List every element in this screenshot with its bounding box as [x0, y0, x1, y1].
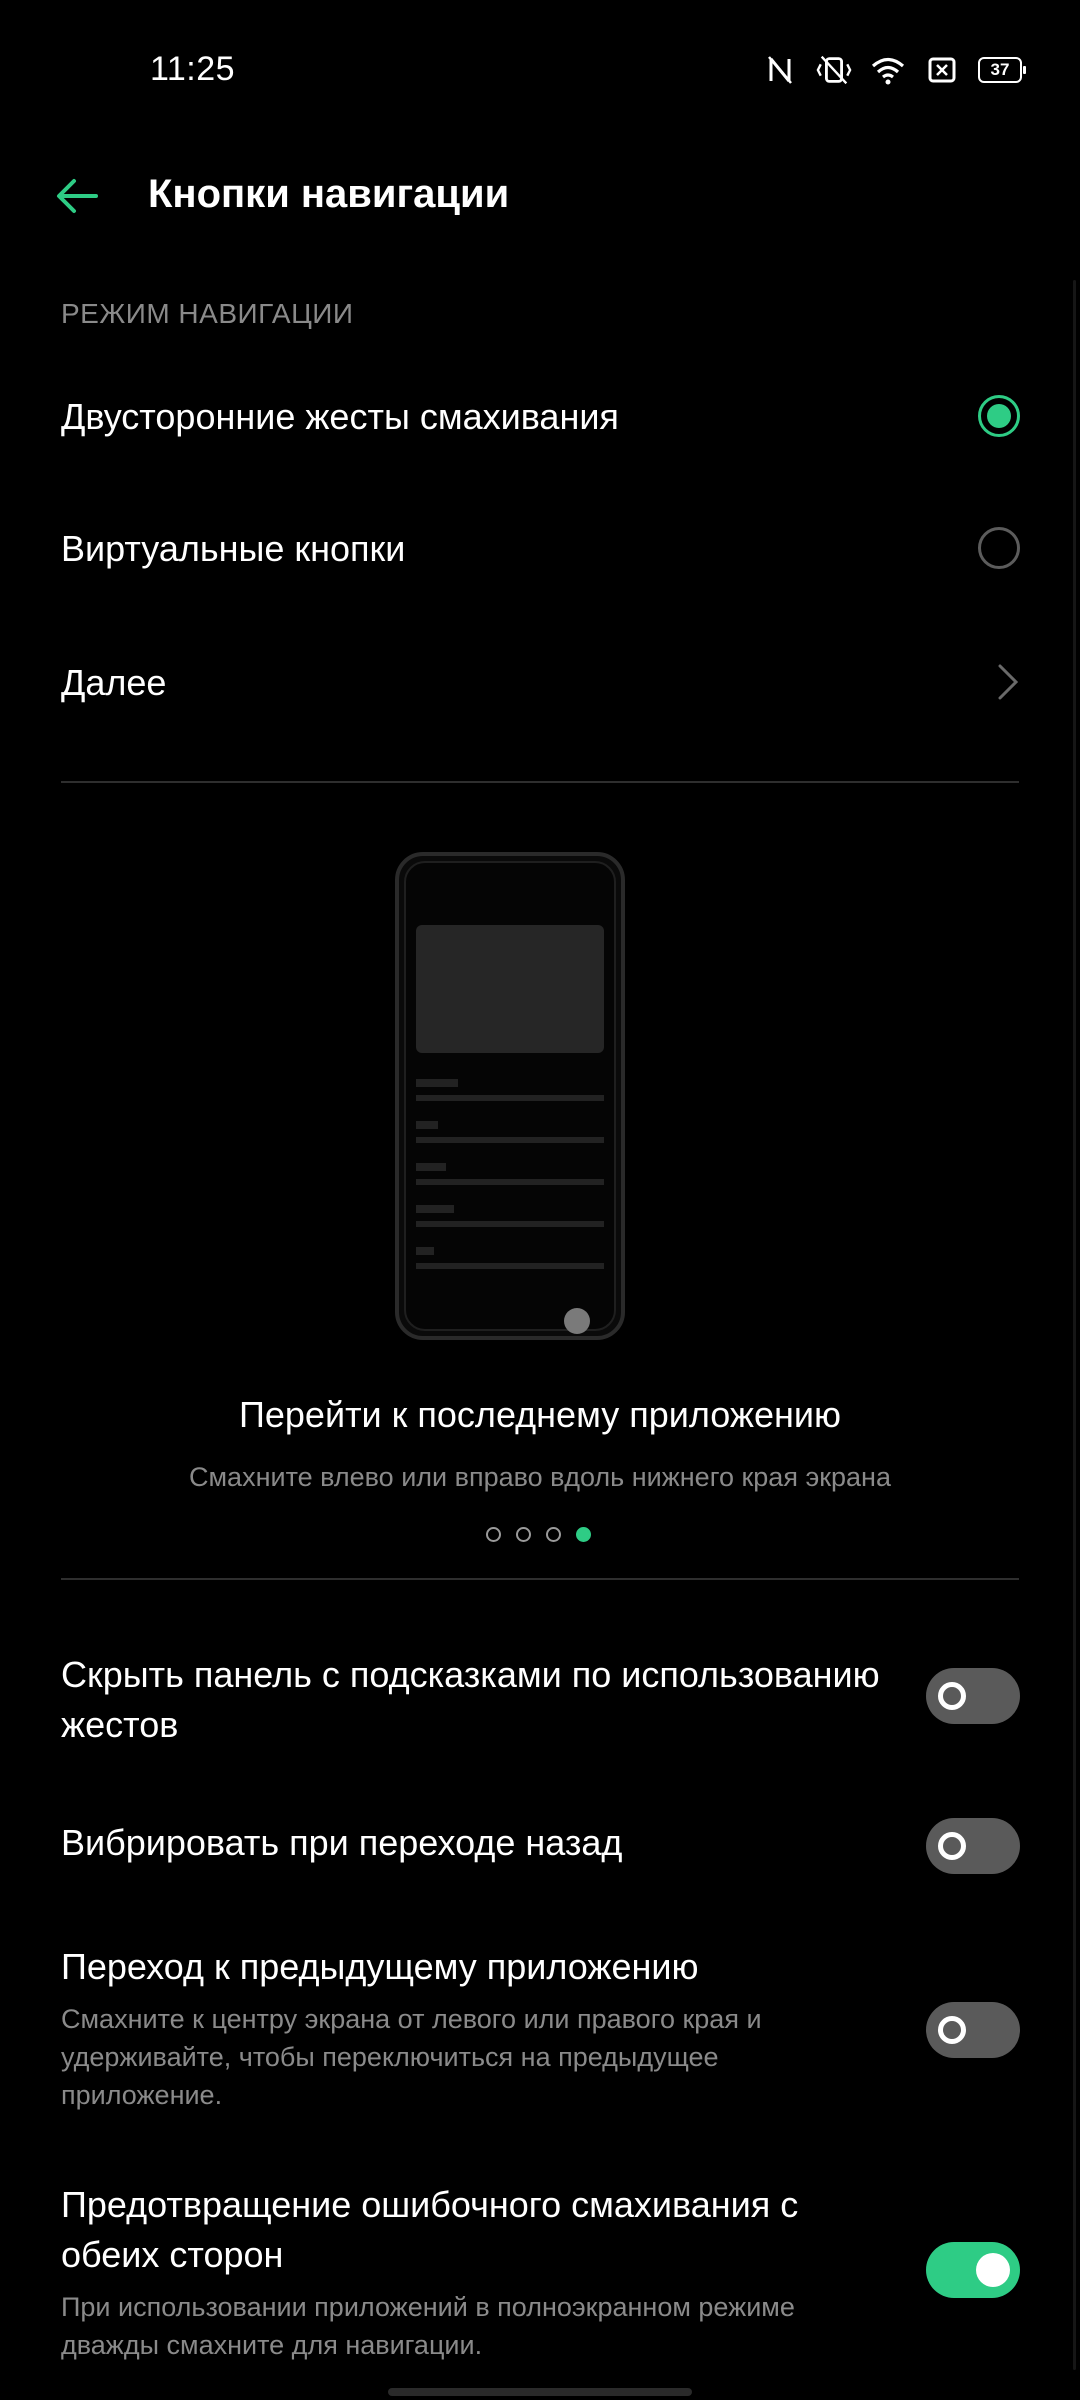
- more-label: Далее: [61, 662, 167, 703]
- divider: [61, 1578, 1019, 1580]
- setting-title: Переход к предыдущему приложению: [61, 1946, 699, 1987]
- setting-title: Скрыть панель с подсказками по использов…: [61, 1654, 880, 1745]
- app-header: Кнопки навигации: [0, 150, 1080, 242]
- scrollbar[interactable]: [1073, 280, 1076, 2370]
- radio-selected[interactable]: [978, 395, 1020, 437]
- status-icons: 37: [762, 50, 1026, 90]
- status-time: 11:25: [150, 50, 236, 88]
- setting-vibrate-on-back[interactable]: Вибрировать при переходе назад: [0, 1818, 1080, 1918]
- setting-title: Предотвращение ошибочного смахивания с о…: [61, 2184, 799, 2275]
- option-label: Двусторонние жесты смахивания: [61, 396, 619, 437]
- more-item[interactable]: Далее: [0, 622, 1080, 742]
- gesture-illustration: [394, 851, 626, 1341]
- vibrate-mute-icon: [816, 52, 852, 88]
- setting-title: Вибрировать при переходе назад: [61, 1822, 623, 1863]
- chevron-right-icon: [992, 662, 1022, 702]
- option-swipe-gestures[interactable]: Двусторонние жесты смахивания: [0, 358, 1080, 478]
- setting-previous-app[interactable]: Переход к предыдущему приложению Смахнит…: [0, 1942, 1080, 2122]
- page-dot-active[interactable]: [576, 1527, 591, 1542]
- setting-description: Смахните к центру экрана от левого или п…: [61, 2004, 762, 2110]
- section-label: РЕЖИМ НАВИГАЦИИ: [61, 298, 354, 329]
- divider: [61, 781, 1019, 783]
- page-dot[interactable]: [486, 1527, 501, 1542]
- toggle-switch[interactable]: [926, 2002, 1020, 2058]
- toggle-switch-on[interactable]: [926, 2242, 1020, 2298]
- page-title: Кнопки навигации: [148, 172, 510, 216]
- setting-description: При использовании приложений в полноэкра…: [61, 2292, 795, 2360]
- page-dot[interactable]: [516, 1527, 531, 1542]
- nfc-icon: [762, 52, 798, 88]
- sim-icon: [924, 52, 960, 88]
- option-label: Виртуальные кнопки: [61, 528, 406, 569]
- arrow-left-icon[interactable]: [50, 168, 106, 224]
- home-indicator[interactable]: [388, 2388, 692, 2396]
- page-indicator: [486, 1527, 591, 1542]
- battery-icon: 37: [978, 57, 1026, 83]
- toggle-switch[interactable]: [926, 1668, 1020, 1724]
- page-dot[interactable]: [546, 1527, 561, 1542]
- setting-prevent-accidental-swipe[interactable]: Предотвращение ошибочного смахивания с о…: [0, 2180, 1080, 2370]
- status-bar: 11:25 37: [0, 0, 1080, 140]
- tutorial-description: Смахните влево или вправо вдоль нижнего …: [189, 1462, 891, 1492]
- setting-hide-gesture-hint[interactable]: Скрыть панель с подсказками по использов…: [0, 1650, 1080, 1800]
- option-virtual-buttons[interactable]: Виртуальные кнопки: [0, 490, 1080, 610]
- toggle-switch[interactable]: [926, 1818, 1020, 1874]
- radio-unselected[interactable]: [978, 527, 1020, 569]
- wifi-icon: [870, 52, 906, 88]
- tutorial-title: Перейти к последнему приложению: [239, 1394, 841, 1435]
